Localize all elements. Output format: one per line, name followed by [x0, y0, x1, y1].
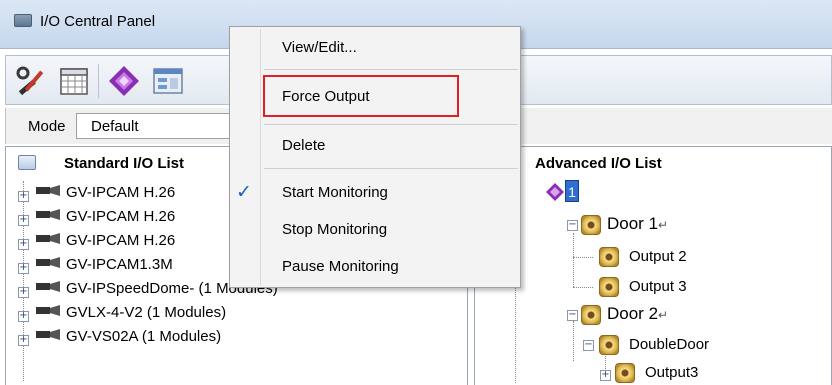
- item-label: GV-IPCAM H.26: [66, 208, 176, 225]
- io-central-panel-window: I/O Central Panel Mode Default Standard …: [0, 0, 832, 385]
- app-icon: [14, 14, 32, 27]
- output-icon: [599, 277, 619, 297]
- output3-label[interactable]: Output3: [645, 364, 698, 381]
- list-icon: [18, 155, 36, 170]
- expand-icon[interactable]: +: [18, 191, 29, 202]
- expand-icon[interactable]: +: [18, 287, 29, 298]
- menu-separator: [264, 69, 518, 70]
- tree-line: [573, 287, 593, 288]
- tools-icon[interactable]: [12, 63, 48, 99]
- tree-line: [573, 257, 593, 258]
- door-icon: [581, 305, 601, 325]
- checkmark-icon: ✓: [236, 181, 252, 203]
- output-3-label[interactable]: Output 3: [629, 278, 687, 295]
- menu-item-view-edit[interactable]: View/Edit...: [282, 39, 357, 56]
- root-node-label[interactable]: 1: [565, 180, 579, 202]
- calendar-icon[interactable]: [56, 63, 92, 99]
- output-icon: [599, 247, 619, 267]
- window-title: I/O Central Panel: [40, 13, 156, 30]
- camera-icon: [36, 257, 60, 268]
- collapse-icon[interactable]: −: [567, 220, 578, 231]
- expand-icon[interactable]: +: [18, 239, 29, 250]
- menu-item-start-monitoring[interactable]: Start Monitoring: [282, 184, 388, 201]
- force-output-highlight-box: [263, 75, 459, 117]
- output-icon: [615, 363, 635, 383]
- list-item[interactable]: + GVLX-4-V2 (1 Modules): [6, 301, 466, 325]
- menu-gutter: [260, 29, 261, 285]
- panel-icon[interactable]: [150, 63, 186, 99]
- expand-icon[interactable]: +: [18, 263, 29, 274]
- camera-icon: [36, 329, 60, 340]
- mode-label: Mode: [28, 118, 66, 135]
- advanced-io-list-title: Advanced I/O List: [535, 155, 662, 172]
- door-icon: [599, 335, 619, 355]
- camera-icon: [36, 281, 60, 292]
- item-label: GV-VS02A (1 Modules): [66, 328, 222, 345]
- menu-item-stop-monitoring[interactable]: Stop Monitoring: [282, 221, 387, 238]
- doubledoor-label[interactable]: DoubleDoor: [629, 336, 709, 353]
- gem-icon: [546, 183, 564, 201]
- item-label: GV-IPCAM1.3M: [66, 256, 173, 273]
- expand-icon[interactable]: +: [18, 311, 29, 322]
- expand-icon[interactable]: +: [18, 335, 29, 346]
- tree-line: [573, 321, 574, 361]
- door-1-label[interactable]: Door 1↵: [607, 214, 668, 234]
- door-1-text: Door 1: [607, 214, 659, 233]
- collapse-icon[interactable]: −: [583, 340, 594, 351]
- camera-icon: [36, 305, 60, 316]
- item-label: GV-IPCAM H.26: [66, 232, 176, 249]
- item-label: GVLX-4-V2 (1 Modules): [66, 304, 227, 321]
- door-2-text: Door 2: [607, 304, 659, 323]
- toolbar-separator: [98, 64, 99, 98]
- camera-icon: [36, 185, 60, 196]
- tree-line: [573, 233, 574, 287]
- gem-icon[interactable]: [106, 63, 142, 99]
- context-menu: View/Edit... Force Output Delete ✓ Start…: [229, 26, 521, 288]
- door-2-label[interactable]: Door 2↵: [607, 304, 668, 324]
- door-icon: [581, 215, 601, 235]
- expand-icon[interactable]: +: [600, 370, 611, 381]
- list-item[interactable]: + GV-VS02A (1 Modules): [6, 325, 466, 349]
- paragraph-mark: ↵: [658, 218, 669, 232]
- item-label: GV-IPCAM H.26: [66, 184, 176, 201]
- camera-icon: [36, 209, 60, 220]
- paragraph-mark: ↵: [658, 308, 669, 322]
- expand-icon[interactable]: +: [18, 215, 29, 226]
- output-2-label[interactable]: Output 2: [629, 248, 687, 265]
- advanced-io-list-panel: Advanced I/O List 1 − Door 1↵ Output 2 O…: [474, 146, 832, 385]
- menu-separator: [264, 168, 518, 169]
- camera-icon: [36, 233, 60, 244]
- menu-item-delete[interactable]: Delete: [282, 137, 325, 154]
- menu-item-pause-monitoring[interactable]: Pause Monitoring: [282, 258, 399, 275]
- mode-select[interactable]: Default: [76, 113, 236, 139]
- standard-io-list-title: Standard I/O List: [64, 155, 185, 172]
- menu-separator: [264, 124, 518, 125]
- collapse-icon[interactable]: −: [567, 310, 578, 321]
